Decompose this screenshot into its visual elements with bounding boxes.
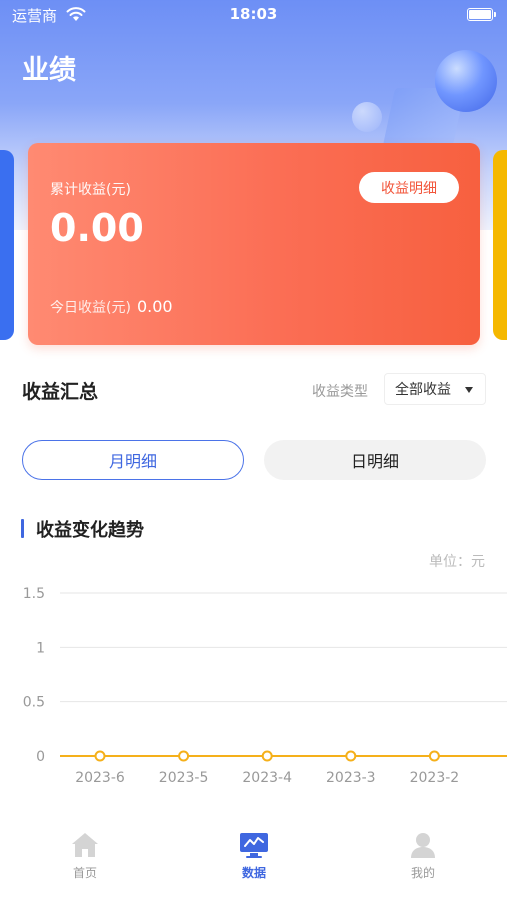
summary-title: 收益汇总	[22, 381, 99, 403]
x-tick-label: 2023-5	[159, 770, 209, 786]
today-earnings-amount: 0.00	[136, 297, 173, 316]
chart-unit-label: 单位：元	[429, 554, 485, 570]
x-tick-label: 2023-4	[242, 770, 292, 786]
header-decoration-ball	[352, 102, 382, 132]
nav-label-mine: 我的	[410, 866, 435, 880]
y-tick-label: 1.5	[23, 586, 45, 602]
battery-icon	[467, 8, 496, 21]
home-icon	[72, 833, 98, 857]
status-time: 18:03	[229, 5, 278, 23]
nav-item-mine[interactable]: 我的	[383, 830, 463, 881]
caret-down-icon	[465, 387, 473, 393]
carousel-card-right[interactable]	[493, 150, 507, 340]
trend-title-marker	[21, 519, 24, 538]
data-point[interactable]	[178, 750, 190, 762]
today-earnings-row: 今日收益(元) 0.00	[50, 297, 173, 317]
status-bar: 运营商 18:03	[0, 0, 507, 30]
earnings-trend-chart: 1.510.502023-62023-52023-42023-32023-22	[23, 586, 507, 786]
tab-monthly-detail[interactable]: 月明细	[22, 440, 244, 480]
nav-label-data: 数据	[241, 866, 266, 880]
y-tick-label: 0.5	[23, 695, 45, 711]
carousel-card-left[interactable]	[0, 150, 14, 340]
data-point[interactable]	[428, 750, 440, 762]
bottom-nav: 首页 数据 我的	[0, 820, 507, 900]
earnings-card: 累计收益(元) 0.00 收益明细 今日收益(元) 0.00	[28, 143, 480, 345]
data-point[interactable]	[261, 750, 273, 762]
user-icon	[411, 833, 435, 858]
x-tick-label: 2023-3	[326, 770, 376, 786]
earnings-type-label: 收益类型	[312, 384, 368, 400]
tab-daily-detail[interactable]: 日明细	[264, 440, 486, 480]
nav-label-home: 首页	[72, 866, 97, 880]
data-point[interactable]	[345, 750, 357, 762]
today-earnings-label: 今日收益(元)	[50, 300, 131, 316]
earnings-detail-button[interactable]: 收益明细	[359, 172, 459, 203]
nav-item-home[interactable]: 首页	[45, 830, 125, 881]
total-earnings-label: 累计收益(元)	[50, 182, 131, 198]
y-tick-label: 0	[36, 749, 45, 765]
x-tick-label: 2023-2	[410, 770, 460, 786]
header-decoration-sphere	[435, 50, 497, 112]
x-tick-label: 2023-6	[75, 770, 125, 786]
earnings-type-select[interactable]: 全部收益	[384, 373, 486, 405]
data-point[interactable]	[94, 750, 106, 762]
y-tick-label: 1	[36, 640, 45, 656]
nav-item-data[interactable]: 数据	[214, 830, 294, 881]
page-title: 业绩	[22, 55, 76, 86]
trend-title: 收益变化趋势	[36, 520, 144, 541]
earnings-type-selected: 全部收益	[395, 382, 451, 398]
total-earnings-amount: 0.00	[50, 206, 144, 250]
chart-monitor-icon	[240, 833, 268, 858]
